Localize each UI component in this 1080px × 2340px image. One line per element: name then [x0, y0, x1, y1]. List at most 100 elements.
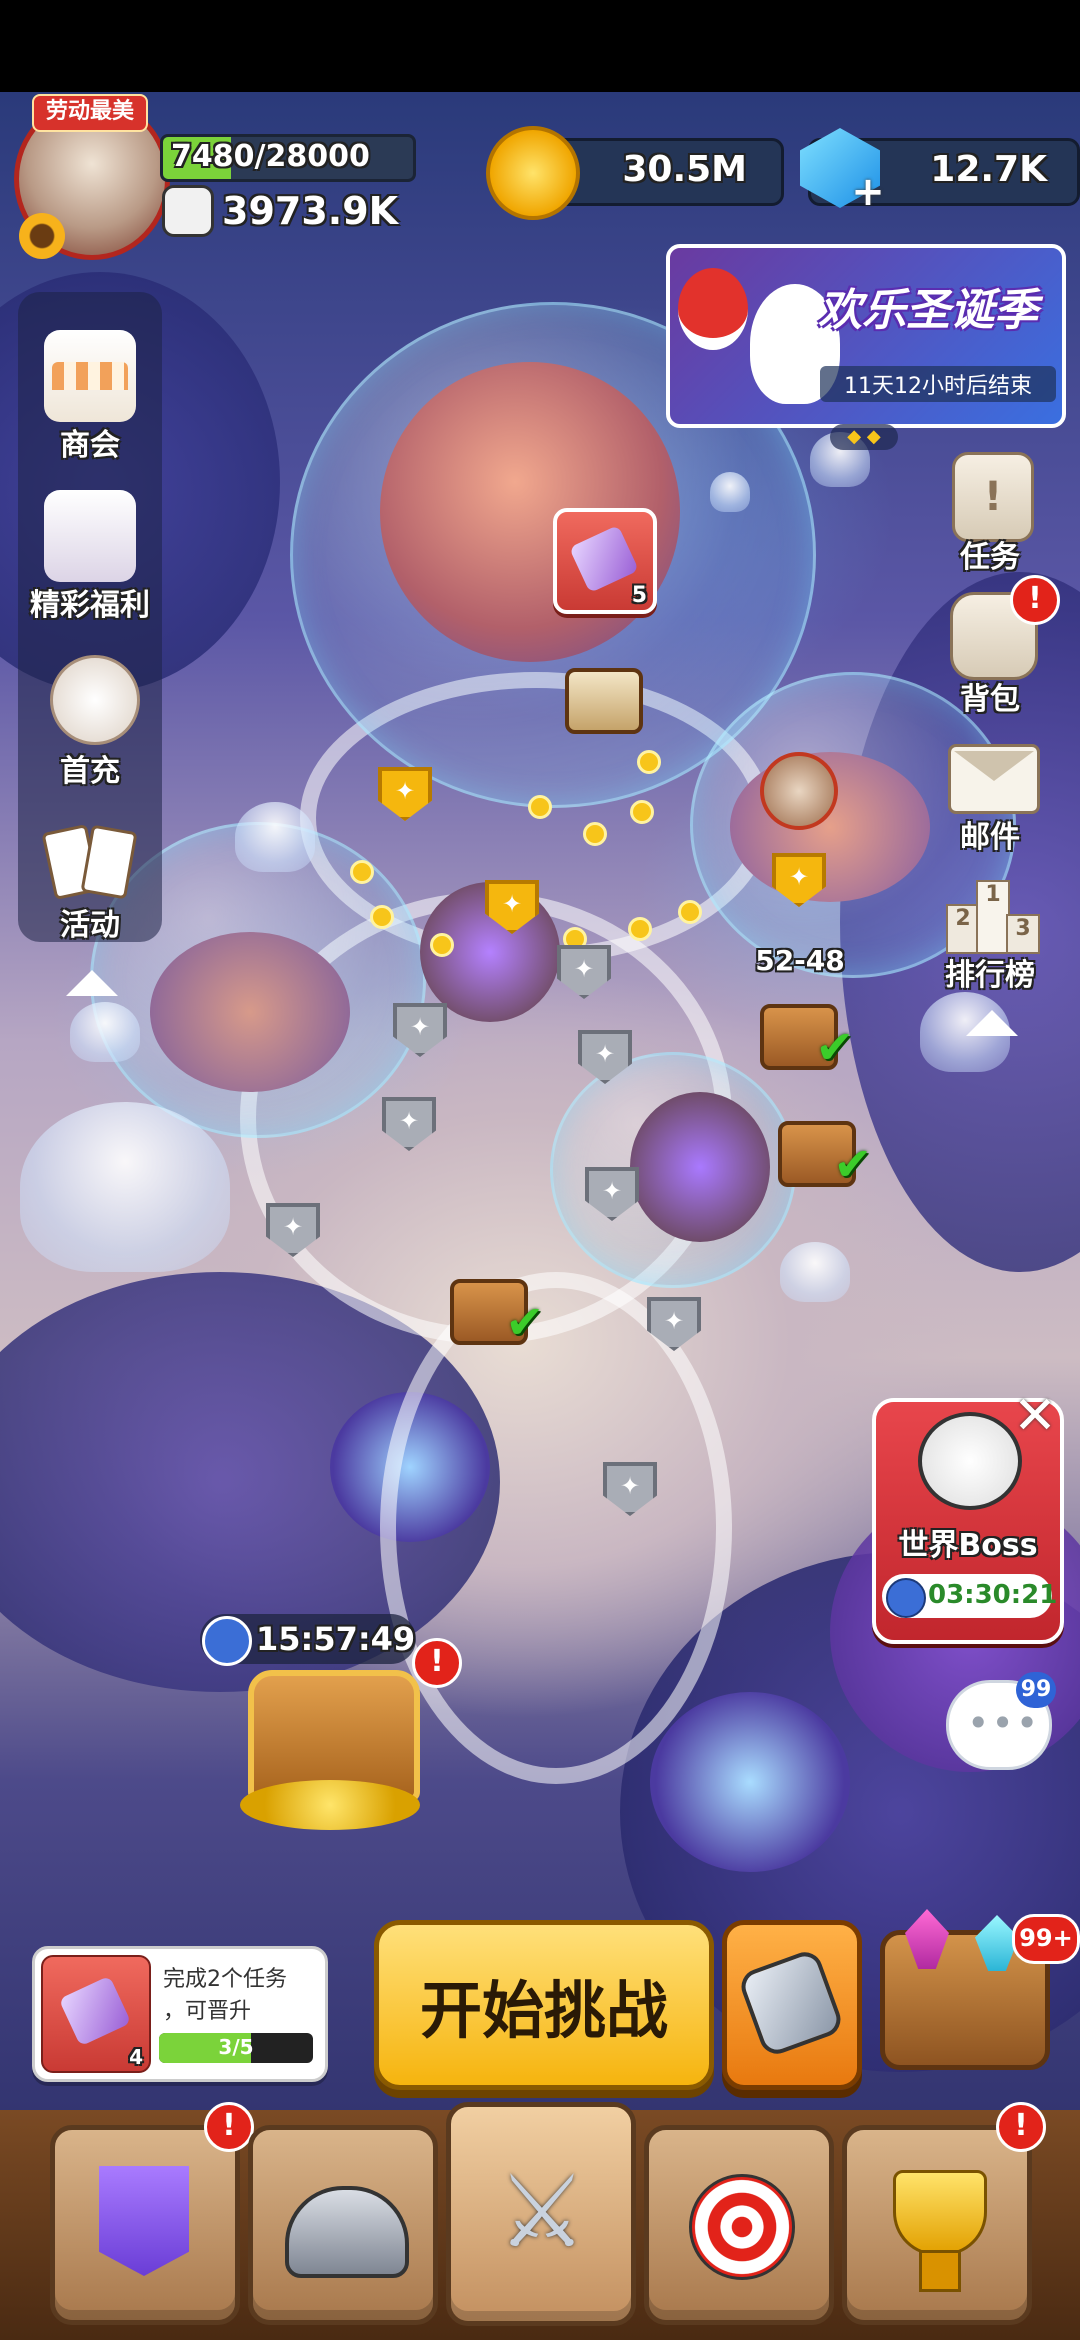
menu-ranking-label[interactable]: 排行榜: [920, 950, 1060, 994]
menu-welfare-label[interactable]: 精彩福利: [20, 580, 160, 624]
exp-text: 7480/28000: [171, 139, 370, 174]
world-boss-timer: 03:30:21: [928, 1580, 1058, 1610]
player-marker-avatar: [760, 752, 838, 830]
trophy-tab-alert: !: [996, 2102, 1046, 2152]
viking-helmet-icon: [285, 2186, 409, 2278]
equipment-shortcut-button[interactable]: [722, 1920, 862, 2090]
crossed-swords-icon: ⚔: [497, 2153, 587, 2270]
treasure-alert-badge: !: [412, 1638, 462, 1688]
christmas-event-banner[interactable]: 欢乐圣诞季 11天12小时后结束: [666, 244, 1066, 428]
jellyfish: [710, 472, 750, 512]
quest-text-line2: ，可晋升: [163, 1999, 252, 2024]
path-dot: [637, 750, 661, 774]
menu-task-label[interactable]: 任务: [920, 532, 1060, 576]
quest-text-line1: 完成2个任务: [163, 1967, 287, 1992]
santa-hat-icon: [678, 268, 748, 350]
menu-bag-label[interactable]: 背包: [920, 674, 1060, 718]
level-node-cleared[interactable]: ✦: [378, 767, 432, 829]
menu-first-recharge-label[interactable]: 首充: [20, 746, 160, 790]
banner-tab-alert: !: [204, 2102, 254, 2152]
quest-progress-bar: 3/5: [159, 2033, 313, 2063]
collapse-left-menu-icon[interactable]: [66, 970, 118, 996]
reward-count: 5: [631, 583, 647, 608]
bottom-nav-target-tab[interactable]: [644, 2125, 834, 2325]
map-chest-claimed[interactable]: ✔: [778, 1121, 872, 1191]
jellyfish: [235, 802, 315, 872]
menu-activity-label[interactable]: 活动: [20, 900, 160, 944]
jellyfish: [70, 1002, 140, 1062]
bottom-nav-banner-tab[interactable]: [50, 2125, 240, 2325]
event-title: 欢乐圣诞季: [818, 285, 1038, 336]
status-bar-area: [0, 0, 1080, 92]
menu-shop-label[interactable]: 商会: [20, 420, 160, 464]
level-node-locked[interactable]: ✦: [266, 1203, 320, 1265]
path-dot: [628, 917, 652, 941]
path-dot: [678, 900, 702, 924]
paw-icon: ✦: [409, 1013, 431, 1041]
sunflower-icon: [19, 213, 65, 259]
treasure-timer-pill: 15:57:49: [200, 1614, 416, 1666]
paw-icon: ✦: [398, 1107, 420, 1135]
banner-page-indicator: ◆ ◆: [830, 424, 898, 450]
level-node-locked[interactable]: ✦: [557, 945, 611, 1007]
path-dot: [350, 860, 374, 884]
skull-icon: [918, 1412, 1022, 1510]
scroll-reward-card[interactable]: 5: [553, 508, 657, 614]
quest-progress-text: 3/5: [218, 2035, 254, 2059]
paw-icon: ✦: [788, 863, 810, 891]
world-boss-label: 世界Boss: [898, 1528, 1038, 1563]
paw-icon: ✦: [573, 955, 595, 983]
level-node-locked[interactable]: ✦: [603, 1462, 657, 1524]
gold-coins-pile: [240, 1780, 420, 1830]
bottom-nav-battle-tab[interactable]: ⚔: [446, 2102, 636, 2326]
level-node-current[interactable]: ✦: [772, 853, 826, 915]
paw-icon: ✦: [282, 1213, 304, 1241]
paw-icon: ✦: [501, 890, 523, 918]
collapse-right-menu-icon[interactable]: [966, 1010, 1018, 1036]
checkmark-icon: ✔: [505, 1295, 544, 1349]
paw-icon: ✦: [601, 1177, 623, 1205]
chat-unread-badge: 99: [1016, 1672, 1056, 1708]
cards-icon[interactable]: [41, 818, 138, 906]
sword-shield-icon: [736, 1947, 846, 2059]
map-chest[interactable]: [565, 668, 643, 734]
paw-icon: ✦: [619, 1472, 641, 1500]
quest-progress-card[interactable]: 4 完成2个任务 ，可晋升 3/5: [32, 1946, 328, 2082]
jellyfish: [20, 1102, 230, 1272]
level-node-cleared[interactable]: ✦: [485, 880, 539, 942]
gift-box-icon[interactable]: [44, 490, 136, 582]
title-badge: 劳动最美: [32, 94, 148, 132]
level-node-locked[interactable]: ✦: [393, 1003, 447, 1065]
treasure-timer: 15:57:49: [256, 1620, 416, 1658]
menu-mail-label[interactable]: 邮件: [920, 812, 1060, 856]
path-dot: [583, 822, 607, 846]
level-node-locked[interactable]: ✦: [382, 1097, 436, 1159]
checkmark-icon: ✔: [833, 1137, 872, 1191]
bottom-nav-trophy-tab[interactable]: [842, 2125, 1032, 2325]
close-icon[interactable]: ✕: [1010, 1390, 1060, 1442]
exp-bar: 7480/28000: [160, 134, 416, 182]
power-row: 3973.9K: [162, 185, 399, 237]
first-recharge-icon[interactable]: [50, 655, 140, 745]
scroll-icon[interactable]: !: [952, 452, 1034, 542]
level-node-locked[interactable]: ✦: [585, 1167, 639, 1229]
start-challenge-button[interactable]: 开始挑战: [374, 1920, 714, 2090]
dartboard-icon: [689, 2174, 795, 2280]
envelope-icon[interactable]: [948, 744, 1040, 814]
clock-icon: [886, 1578, 926, 1618]
map-chest-claimed[interactable]: ✔: [760, 1004, 854, 1074]
backpack-alert-badge: !: [1010, 575, 1060, 625]
shop-icon[interactable]: [44, 330, 136, 422]
level-node-locked[interactable]: ✦: [578, 1030, 632, 1092]
podium-icon[interactable]: 2 1 3: [946, 870, 1040, 954]
clock-icon: [202, 1616, 252, 1666]
scroll-icon: [568, 524, 640, 594]
chest-count-badge: 99+: [1012, 1914, 1080, 1964]
map-chest-claimed[interactable]: ✔: [450, 1279, 544, 1349]
current-stage-label: 52-48: [755, 944, 845, 977]
shell-house: [150, 932, 350, 1092]
bottom-nav-helmet-tab[interactable]: [248, 2125, 438, 2325]
trophy-icon: [893, 2170, 987, 2256]
level-node-locked[interactable]: ✦: [647, 1297, 701, 1359]
power-value: 3973.9K: [222, 189, 399, 233]
